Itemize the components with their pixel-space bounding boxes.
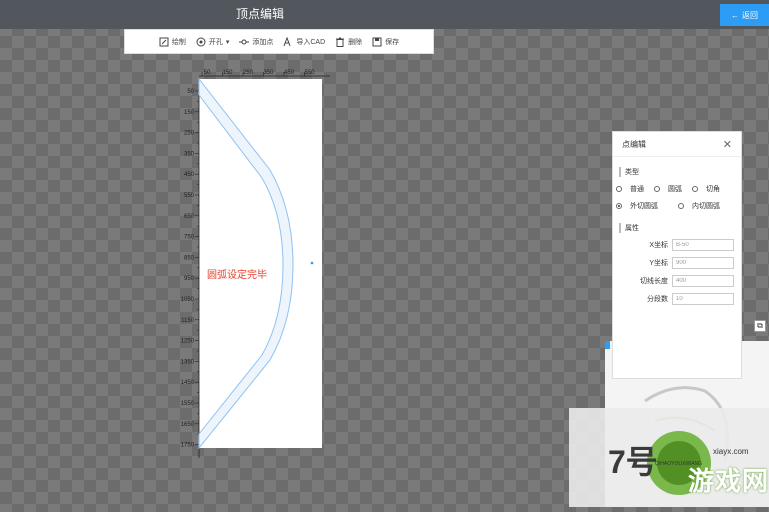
segments-input[interactable] [672, 293, 734, 305]
field-label: Y坐标 [649, 260, 668, 267]
x-tick-label: 50 [204, 70, 211, 76]
y-tick-label: 250 [184, 131, 195, 137]
drill-icon [196, 37, 206, 46]
drawing-sheet[interactable] [199, 79, 322, 448]
close-icon[interactable]: ✕ [723, 138, 732, 151]
radio-arc[interactable]: 圆弧 [654, 184, 682, 194]
y-tick-label: 1750 [181, 443, 195, 449]
status-message: 圆弧设定完毕 [207, 270, 267, 281]
point-edit-panel: 点编辑 ✕ 类型 普通 圆弧 切角 外切圆弧 内切圆弧 属性 X坐标 Y坐标 切… [612, 131, 742, 379]
draw-icon [159, 37, 169, 46]
delete-label: 删除 [348, 38, 363, 46]
add-point-label: 添加点 [252, 38, 274, 46]
field-label: X坐标 [649, 242, 668, 249]
tangent-length-field: 切线长度 [615, 275, 741, 287]
y-tick-label: 150 [184, 110, 195, 116]
draw-label: 绘制 [171, 38, 186, 46]
radio-dot-icon [616, 186, 622, 192]
radio-dot-icon [678, 203, 684, 209]
y-tick-label: 1450 [181, 380, 195, 386]
watermark-text: 游戏网 [688, 466, 769, 496]
y-tick-label: 850 [184, 255, 195, 261]
x-tick-label: 550 [304, 70, 315, 76]
x-coordinate-field: X坐标 [615, 239, 741, 251]
radio-chamfer[interactable]: 切角 [692, 184, 720, 194]
preview-marker [605, 341, 610, 349]
y-tick-label: 1250 [181, 339, 195, 345]
props-section-title: 属性 [619, 223, 741, 233]
save-button[interactable]: 保存 [372, 37, 399, 47]
add-point-icon [239, 39, 250, 44]
save-label: 保存 [385, 38, 400, 46]
radio-dot-icon [654, 186, 660, 192]
y-tick-label: 1650 [181, 422, 195, 428]
import-cad-button[interactable]: 导入CAD [283, 36, 326, 47]
field-label: 分段数 [647, 296, 668, 303]
y-tick-label: 50 [187, 89, 194, 95]
type-row-1: 普通 圆弧 切角 [613, 184, 741, 194]
draw-button[interactable]: 绘制 [159, 37, 186, 47]
import-cad-icon [283, 36, 291, 46]
y-tick-label: 750 [184, 235, 195, 241]
radio-label: 圆弧 [668, 186, 682, 193]
drill-button[interactable]: 开孔 ▾ [196, 37, 230, 47]
radio-inner-arc[interactable]: 内切圆弧 [678, 201, 720, 211]
radio-label: 切角 [706, 186, 720, 193]
y-tick-label: 450 [184, 172, 195, 178]
back-button[interactable]: ← 返回 [720, 4, 769, 26]
radio-dot-icon [692, 186, 698, 192]
y-tick-label: 550 [184, 193, 195, 199]
x-tick-label: 450 [284, 70, 295, 76]
add-point-button[interactable]: 添加点 [239, 37, 273, 47]
radio-dot-selected-icon [616, 203, 622, 209]
y-tick-label: 350 [184, 151, 195, 157]
y-tick-label: 1150 [181, 318, 195, 324]
radio-outer-arc[interactable]: 外切圆弧 [616, 201, 658, 211]
y-coordinate-field: Y坐标 [615, 257, 741, 269]
field-label: 切线长度 [640, 278, 668, 285]
arrow-left-icon: ← [731, 10, 739, 20]
type-section-title: 类型 [619, 167, 741, 177]
import-cad-label: 导入CAD [296, 38, 326, 46]
y-tick-label: 1350 [181, 359, 195, 365]
radio-label: 普通 [630, 186, 644, 193]
x-coordinate-input[interactable] [672, 239, 734, 251]
y-tick-label: 950 [184, 276, 195, 282]
watermark-number: 7号 [608, 444, 658, 480]
type-row-2: 外切圆弧 内切圆弧 [613, 201, 741, 211]
delete-button[interactable]: 删除 [335, 37, 362, 47]
x-tick-label: 250 [243, 70, 254, 76]
drill-label: 开孔 [208, 38, 223, 46]
toolbar: 绘制 开孔 ▾ 添加点 导入CAD 删除 保存 [124, 29, 434, 54]
watermark-url: xiayx.com [713, 447, 749, 456]
y-coordinate-input[interactable] [672, 257, 734, 269]
y-tick-label: 1550 [181, 401, 195, 407]
top-bar: 顶点编辑 ← 返回 [0, 0, 769, 29]
trash-icon [336, 37, 345, 47]
tangent-length-input[interactable] [672, 275, 734, 287]
radio-label: 外切圆弧 [630, 203, 658, 210]
caret-down-icon: ▾ [225, 38, 230, 46]
radio-normal[interactable]: 普通 [616, 184, 644, 194]
y-tick-label: 1050 [181, 297, 195, 303]
panel-header: 点编辑 ✕ [613, 132, 741, 157]
back-label: 返回 [742, 10, 758, 20]
x-tick-label: 350 [263, 70, 274, 76]
x-tick-label: 150 [222, 70, 233, 76]
segments-field: 分段数 [615, 293, 741, 305]
save-icon [372, 37, 382, 46]
panel-title: 点编辑 [622, 139, 646, 149]
expand-icon[interactable]: ⧉ [754, 320, 766, 332]
page-title: 顶点编辑 [235, 7, 284, 21]
radio-label: 内切圆弧 [692, 203, 720, 210]
y-tick-label: 650 [184, 214, 195, 220]
